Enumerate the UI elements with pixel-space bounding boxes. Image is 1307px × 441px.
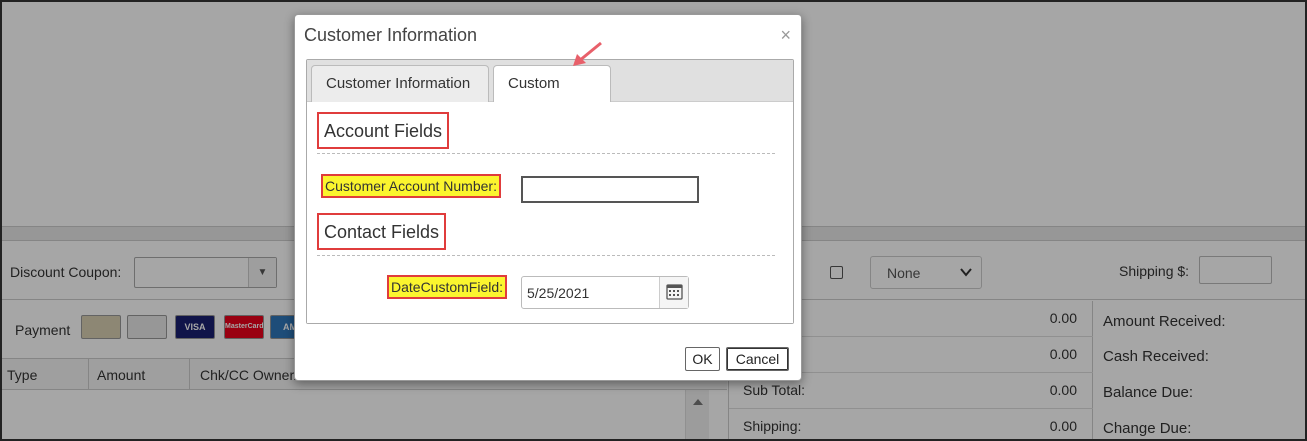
date-custom-field-input[interactable]: 5/25/2021 <box>521 276 689 309</box>
tab-bar: Customer Information Custom Fields <box>307 60 793 128</box>
customer-account-number-label: Customer Account Number: <box>321 174 501 198</box>
customer-information-dialog: Customer Information × Customer Informat… <box>294 14 802 381</box>
tab-custom-fields[interactable]: Custom Fields <box>493 65 611 128</box>
tab-customer-information[interactable]: Customer Information <box>311 65 489 102</box>
date-value: 5/25/2021 <box>527 285 590 301</box>
screenshot-frame: Discount Coupon: ▼ : None Shipping $: Pa… <box>0 0 1307 441</box>
ok-button[interactable]: OK <box>685 347 720 371</box>
section-title-contact-fields: Contact Fields <box>317 213 447 250</box>
close-icon[interactable]: × <box>780 25 791 46</box>
section-divider <box>317 255 775 256</box>
date-custom-field-label: DateCustomField: <box>387 275 508 299</box>
customer-account-number-input[interactable] <box>521 176 699 203</box>
section-title-account-fields: Account Fields <box>317 112 450 149</box>
cancel-button[interactable]: Cancel <box>726 347 789 371</box>
dialog-title: Customer Information <box>304 25 478 45</box>
section-divider <box>317 153 775 154</box>
annotation-arrow-icon <box>573 41 602 66</box>
calendar-icon[interactable] <box>659 277 688 308</box>
calendar-glyph-icon <box>666 284 683 300</box>
